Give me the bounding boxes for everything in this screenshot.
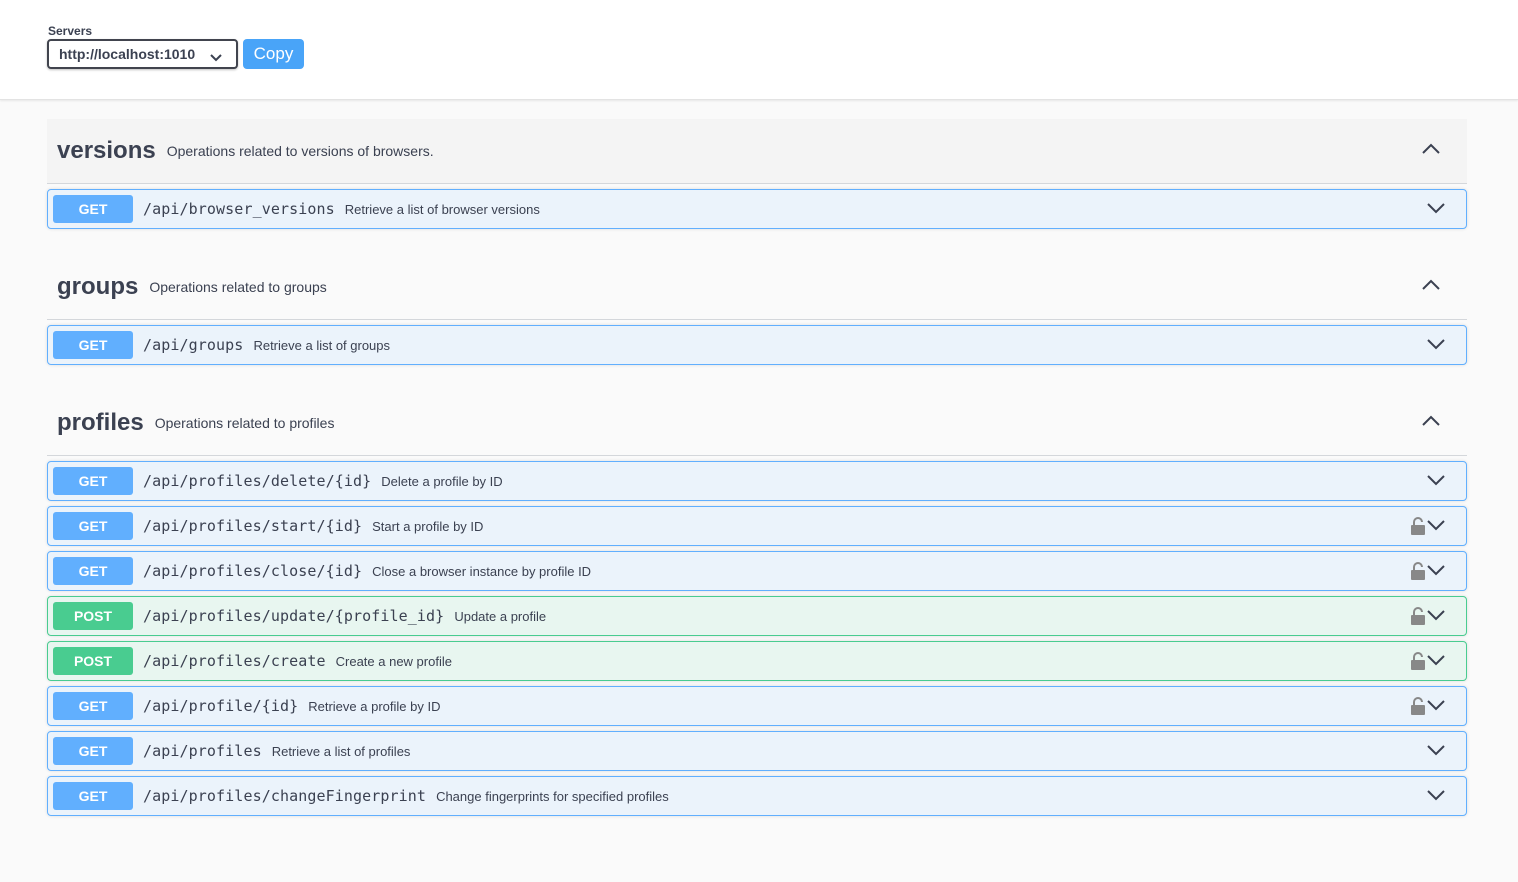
chevron-down-icon[interactable] bbox=[1426, 473, 1446, 491]
operation-path: /api/profiles/start/{id} bbox=[143, 517, 363, 535]
chevron-down-icon[interactable] bbox=[1426, 788, 1446, 806]
lock-icon[interactable] bbox=[1410, 561, 1426, 586]
operation-row[interactable]: GET/api/profiles/close/{id} Close a brows… bbox=[47, 551, 1467, 591]
operation-path: /api/profile/{id} bbox=[143, 697, 299, 715]
operation-path: /api/profiles/close/{id} bbox=[143, 562, 363, 580]
chevron-down-icon[interactable] bbox=[1426, 608, 1446, 626]
method-badge: GET bbox=[53, 512, 133, 540]
operation-summary: Update a profile bbox=[454, 608, 547, 624]
operation-summary: Retrieve a list of profiles bbox=[271, 743, 411, 759]
operation-row[interactable]: POST/api/profiles/update/{profile_id} Upd… bbox=[47, 596, 1467, 636]
operation-row[interactable]: GET/api/groups Retrieve a list of groups bbox=[47, 325, 1467, 365]
operation-summary: Create a new profile bbox=[335, 653, 452, 669]
tag-section-groups: groups Operations related to groups GET/ap… bbox=[47, 255, 1467, 365]
operation-summary: Close a browser instance by profile ID bbox=[372, 563, 592, 579]
chevron-down-icon[interactable] bbox=[1426, 337, 1446, 355]
tag-header-groups[interactable]: groups Operations related to groups bbox=[47, 255, 1467, 320]
operation-row[interactable]: GET/api/profiles/start/{id} Start a profi… bbox=[47, 506, 1467, 546]
method-badge: GET bbox=[53, 782, 133, 810]
lock-icon[interactable] bbox=[1410, 606, 1426, 631]
operation-summary: Retrieve a profile by ID bbox=[308, 698, 441, 714]
server-select-value: http://localhost:1010 bbox=[59, 46, 196, 62]
operation-summary: Delete a profile by ID bbox=[381, 473, 503, 489]
chevron-up-icon[interactable] bbox=[1421, 142, 1441, 160]
method-badge: GET bbox=[53, 557, 133, 585]
tag-header-versions[interactable]: versions Operations related to versions o… bbox=[47, 119, 1467, 184]
method-badge: GET bbox=[53, 195, 133, 223]
operation-summary: Change fingerprints for specified profil… bbox=[436, 788, 669, 804]
tag-description: Operations related to profiles bbox=[154, 415, 335, 431]
tag-name: groups bbox=[57, 273, 139, 300]
chevron-down-icon[interactable] bbox=[1426, 518, 1446, 536]
operation-summary: Retrieve a list of groups bbox=[253, 337, 391, 353]
operation-row[interactable]: GET/api/profiles/delete/{id} Delete a pro… bbox=[47, 461, 1467, 501]
chevron-down-icon[interactable] bbox=[1426, 653, 1446, 671]
operation-path: /api/profiles/changeFingerprint bbox=[143, 787, 427, 805]
tag-header-profiles[interactable]: profiles Operations related to profiles bbox=[47, 391, 1467, 456]
method-badge: GET bbox=[53, 331, 133, 359]
servers-bar: Servers http://localhost:1010 Copy bbox=[0, 0, 1518, 100]
operation-summary: Start a profile by ID bbox=[372, 518, 484, 534]
tag-section-profiles: profiles Operations related to profiles GE… bbox=[47, 391, 1467, 816]
method-badge: POST bbox=[53, 647, 133, 675]
method-badge: GET bbox=[53, 467, 133, 495]
chevron-down-icon bbox=[210, 49, 222, 65]
chevron-down-icon[interactable] bbox=[1426, 743, 1446, 761]
operation-row[interactable]: GET/api/profiles/changeFingerprint Change… bbox=[47, 776, 1467, 816]
method-badge: GET bbox=[53, 737, 133, 765]
operation-path: /api/groups bbox=[143, 336, 244, 354]
lock-icon[interactable] bbox=[1410, 516, 1426, 541]
operation-path: /api/profiles bbox=[143, 742, 262, 760]
operation-path: /api/profiles/delete/{id} bbox=[143, 472, 372, 490]
tag-description: Operations related to groups bbox=[149, 279, 327, 295]
tag-name: profiles bbox=[57, 409, 144, 436]
operation-path: /api/browser_versions bbox=[143, 200, 335, 218]
chevron-down-icon[interactable] bbox=[1426, 201, 1446, 219]
lock-icon[interactable] bbox=[1410, 696, 1426, 721]
operation-row[interactable]: POST/api/profiles/create Create a new pro… bbox=[47, 641, 1467, 681]
chevron-down-icon[interactable] bbox=[1426, 563, 1446, 581]
server-select[interactable]: http://localhost:1010 bbox=[47, 39, 238, 69]
chevron-up-icon[interactable] bbox=[1421, 414, 1441, 432]
lock-icon[interactable] bbox=[1410, 651, 1426, 676]
tag-name: versions bbox=[57, 137, 156, 164]
operation-path: /api/profiles/update/{profile_id} bbox=[143, 607, 445, 625]
operation-row[interactable]: GET/api/profiles Retrieve a list of profi… bbox=[47, 731, 1467, 771]
operation-summary: Retrieve a list of browser versions bbox=[344, 201, 540, 217]
chevron-up-icon[interactable] bbox=[1421, 278, 1441, 296]
method-badge: POST bbox=[53, 602, 133, 630]
operation-row[interactable]: GET/api/profile/{id} Retrieve a profile b… bbox=[47, 686, 1467, 726]
tag-description: Operations related to versions of browse… bbox=[166, 143, 434, 159]
servers-label: Servers bbox=[48, 24, 93, 38]
tag-section-versions: versions Operations related to versions o… bbox=[47, 119, 1467, 229]
operation-path: /api/profiles/create bbox=[143, 652, 326, 670]
copy-button[interactable]: Copy bbox=[243, 39, 304, 69]
operation-row[interactable]: GET/api/browser_versions Retrieve a list … bbox=[47, 189, 1467, 229]
chevron-down-icon[interactable] bbox=[1426, 698, 1446, 716]
operations-list: versions Operations related to versions o… bbox=[47, 119, 1467, 816]
method-badge: GET bbox=[53, 692, 133, 720]
